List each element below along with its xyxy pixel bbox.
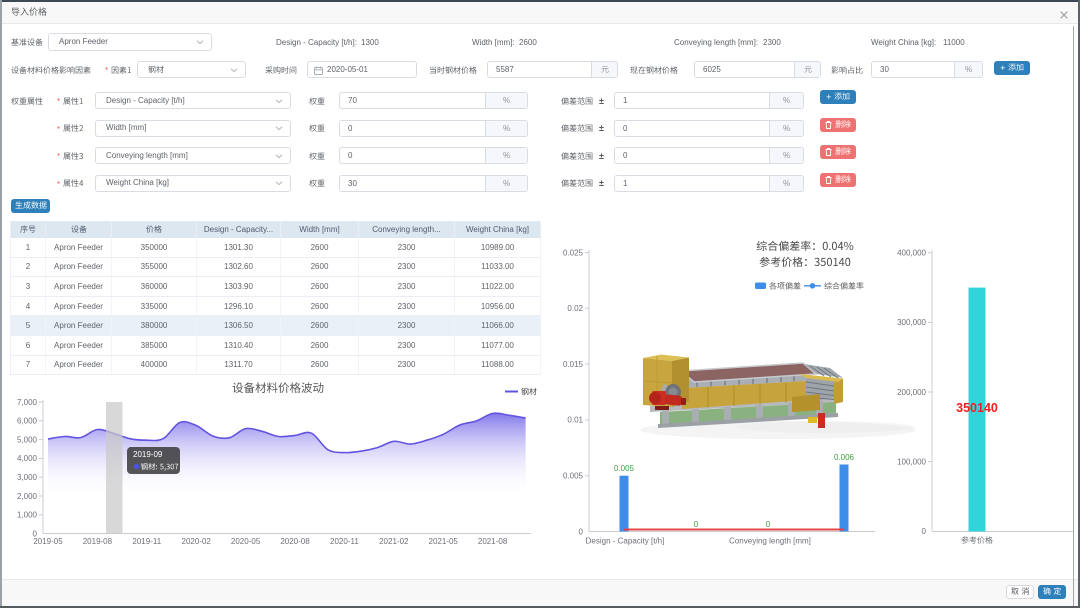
svg-text:1,000: 1,000 [17,511,38,520]
svg-text:0.015: 0.015 [563,360,584,369]
svg-text:6,000: 6,000 [17,417,38,426]
svg-text:0.006: 0.006 [834,453,855,462]
svg-text:2019-11: 2019-11 [132,537,161,546]
svg-text:0: 0 [579,527,584,536]
svg-text:0: 0 [922,527,927,536]
svg-text:2,000: 2,000 [17,492,38,501]
svg-text:300,000: 300,000 [897,318,926,327]
svg-text:3,000: 3,000 [17,473,38,482]
svg-text:2021-05: 2021-05 [429,537,459,546]
svg-text:2020-05: 2020-05 [231,537,261,546]
svg-text:350140: 350140 [956,401,998,415]
svg-text:2019-08: 2019-08 [83,537,113,546]
svg-text:0.005: 0.005 [563,472,584,481]
svg-text:0.01: 0.01 [567,416,583,425]
svg-text:7,000: 7,000 [17,398,38,407]
svg-text:0.02: 0.02 [567,304,583,313]
svg-text:2019-09: 2019-09 [133,450,163,459]
svg-text:0.025: 0.025 [563,248,584,257]
svg-text:4,000: 4,000 [17,454,38,463]
svg-text:200,000: 200,000 [897,388,926,397]
svg-text:0: 0 [766,520,771,529]
svg-text:100,000: 100,000 [897,457,926,466]
svg-text:2020-02: 2020-02 [182,537,212,546]
svg-text:0.005: 0.005 [614,464,635,473]
svg-text:0: 0 [694,520,699,529]
svg-text:2021-08: 2021-08 [478,537,508,546]
svg-text:400,000: 400,000 [897,249,926,258]
svg-text:2020-08: 2020-08 [280,537,310,546]
svg-text:Design - Capacity [t/h]: Design - Capacity [t/h] [586,537,665,546]
svg-text:5,000: 5,000 [17,435,38,444]
svg-text:2021-02: 2021-02 [379,537,409,546]
svg-text:2020-11: 2020-11 [330,537,359,546]
svg-text:2019-05: 2019-05 [33,537,63,546]
svg-text:Conveying length [mm]: Conveying length [mm] [729,537,811,546]
